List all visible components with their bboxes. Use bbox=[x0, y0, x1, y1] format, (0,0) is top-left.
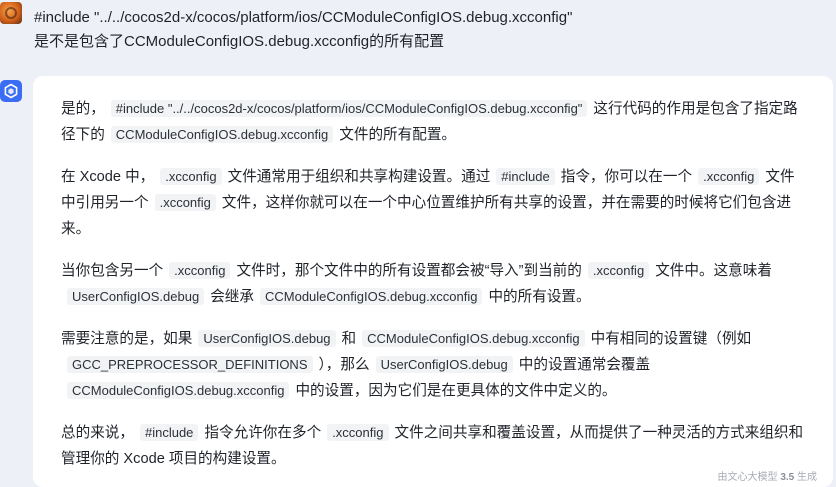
answer-text: 总的来说， bbox=[61, 425, 134, 441]
answer-paragraph-1: 是的， #include "../../cocos2d-x/cocos/platf… bbox=[61, 96, 809, 148]
answer-text: 当你包含另一个 bbox=[61, 263, 164, 279]
inline-code: CCModuleConfigIOS.debug.xcconfig bbox=[259, 288, 483, 305]
answer-text: 和 bbox=[341, 331, 357, 347]
answer-text: 文件中。这意味着 bbox=[655, 263, 772, 279]
answer-text: ），那么 bbox=[318, 357, 370, 373]
inline-code: #include bbox=[496, 168, 555, 185]
inline-code: .xcconfig bbox=[587, 262, 650, 279]
answer-text: 指令，你可以在一个 bbox=[560, 169, 693, 185]
answer-text: 中有相同的设置键（例如 bbox=[590, 331, 752, 347]
attribution-prefix: 由文心大模型 bbox=[717, 472, 778, 483]
answer-text: 文件的所有配置。 bbox=[339, 127, 457, 143]
answer-text: 是的， bbox=[61, 101, 105, 117]
inline-code: CCModuleConfigIOS.debug.xcconfig bbox=[362, 330, 585, 347]
attribution-version: 3.5 bbox=[780, 472, 795, 483]
answer-text: 中的所有设置。 bbox=[488, 289, 591, 305]
bot-avatar bbox=[0, 80, 22, 102]
inline-code: #include bbox=[139, 424, 199, 441]
attribution-suffix: 生成 bbox=[797, 472, 817, 483]
answer-text: 指令允许你在多个 bbox=[204, 425, 322, 441]
inline-code: CCModuleConfigIOS.debug.xcconfig bbox=[110, 126, 334, 143]
answer-text: 文件时，那个文件中的所有设置都会被“导入”到当前的 bbox=[236, 263, 582, 279]
answer-text: 需要注意的是，如果 bbox=[61, 331, 193, 347]
inline-code: UserConfigIOS.debug bbox=[198, 330, 336, 347]
user-message-line-1: #include "../../cocos2d-x/cocos/platform… bbox=[34, 9, 573, 26]
user-avatar bbox=[0, 2, 22, 24]
inline-code: .xcconfig bbox=[698, 168, 760, 185]
answer-text: 文件通常用于组织和共享构建设置。通过 bbox=[227, 169, 491, 185]
inline-code: .xcconfig bbox=[169, 262, 231, 279]
inline-code: .xcconfig bbox=[160, 168, 222, 185]
ernie-bot-icon bbox=[4, 83, 18, 99]
inline-code: .xcconfig bbox=[154, 194, 216, 211]
answer-text: 中的设置通常会覆盖 bbox=[518, 357, 651, 373]
answer-paragraph-3: 当你包含另一个 .xcconfig 文件时，那个文件中的所有设置都会被“导入”到当前… bbox=[61, 258, 809, 310]
inline-code: .xcconfig bbox=[327, 424, 389, 441]
bot-answer-card: 是的， #include "../../cocos2d-x/cocos/platf… bbox=[33, 76, 833, 487]
user-message-line-2: 是不是包含了CCModuleConfigIOS.debug.xcconfig的所… bbox=[34, 33, 445, 50]
answer-paragraph-5: 总的来说， #include 指令允许你在多个 .xcconfig 文件之间共享和覆盖设… bbox=[61, 420, 809, 472]
user-message: #include "../../cocos2d-x/cocos/platform… bbox=[34, 6, 814, 54]
model-attribution: 由文心大模型 3.5 生成 bbox=[718, 468, 817, 483]
answer-text: 中的设置，因为它们是在更具体的文件中定义的。 bbox=[295, 383, 617, 399]
inline-code: CCModuleConfigIOS.debug.xcconfig bbox=[67, 382, 290, 399]
inline-code: UserConfigIOS.debug bbox=[67, 288, 205, 305]
answer-paragraph-4: 需要注意的是，如果 UserConfigIOS.debug 和 CCModuleCon… bbox=[61, 326, 809, 404]
inline-code: UserConfigIOS.debug bbox=[375, 356, 513, 373]
answer-paragraph-2: 在 Xcode 中， .xcconfig 文件通常用于组织和共享构建设置。通过 #in… bbox=[61, 164, 809, 242]
inline-code: #include "../../cocos2d-x/cocos/platform… bbox=[110, 100, 588, 117]
answer-text: 在 Xcode 中， bbox=[61, 169, 155, 185]
inline-code: GCC_PREPROCESSOR_DEFINITIONS bbox=[67, 356, 313, 373]
answer-text: 会继承 bbox=[210, 289, 254, 305]
